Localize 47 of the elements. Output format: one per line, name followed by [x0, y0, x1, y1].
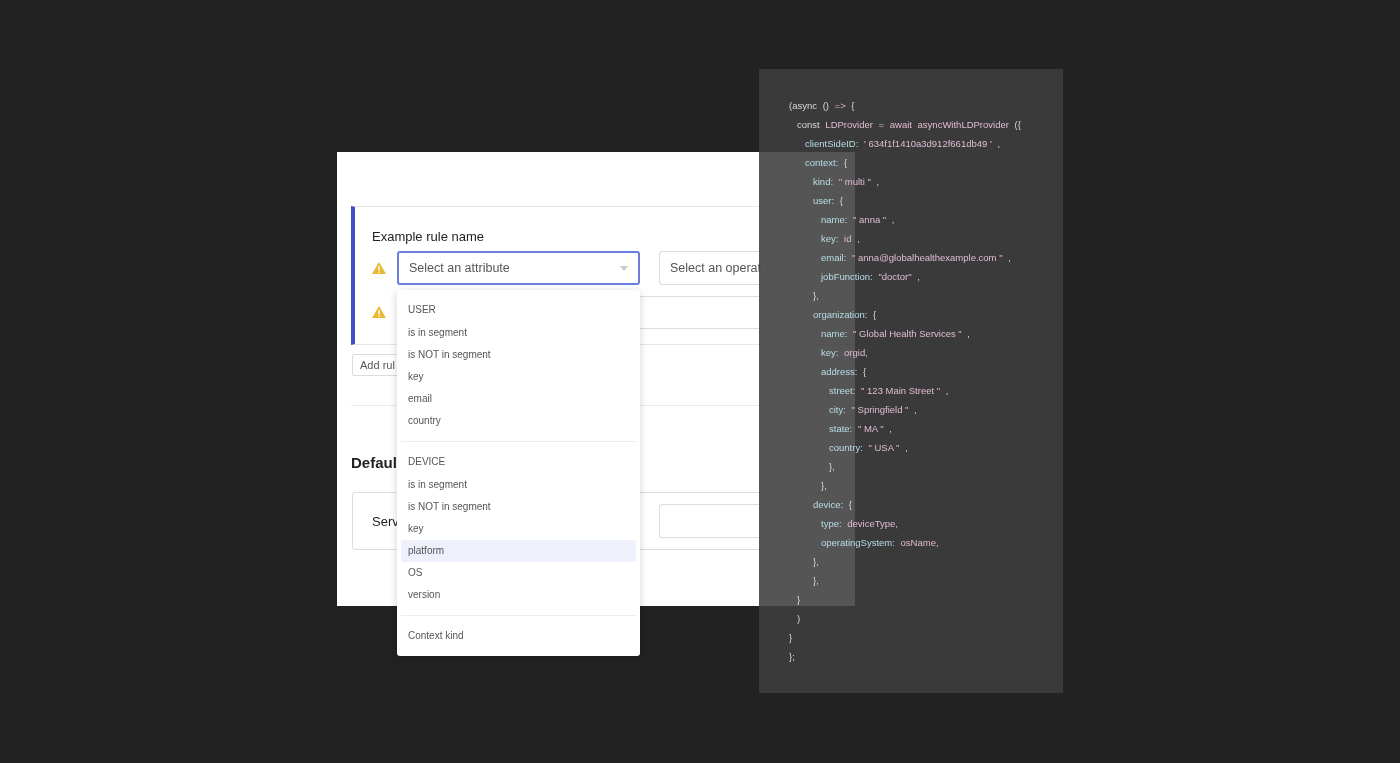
code-line: type: deviceType,	[821, 517, 899, 531]
code-line: name: " anna " ,	[821, 213, 896, 227]
menu-item[interactable]: platform	[401, 540, 636, 562]
code-line: country: " USA " ,	[829, 441, 909, 455]
menu-item[interactable]: key	[401, 518, 636, 540]
code-line: }	[797, 593, 802, 607]
menu-item[interactable]: is in segment	[401, 322, 636, 344]
code-line: },	[829, 460, 836, 474]
code-line: const LDProvider = await asyncWithLDProvider ({	[797, 118, 1022, 132]
code-line: clientSideID: ' 634f1f1410a3d912f661db49 ' ,	[805, 137, 1002, 151]
code-line: device: {	[813, 498, 853, 512]
code-line: };	[789, 650, 796, 664]
serve-field[interactable]	[659, 504, 759, 538]
code-line: operatingSystem: osName,	[821, 536, 940, 550]
code-line: street: " 123 Main Street " ,	[829, 384, 950, 398]
code-line: kind: " multi " ,	[813, 175, 881, 189]
menu-item[interactable]: email	[401, 388, 636, 410]
code-line: jobFunction: "doctor" ,	[821, 270, 921, 284]
group-label: USER	[407, 303, 437, 317]
code-line: key: id ,	[821, 232, 861, 246]
code-line: )	[797, 612, 802, 626]
menu-item[interactable]: Context kind	[401, 625, 636, 647]
menu-item[interactable]: OS	[401, 562, 636, 584]
code-line: (async () => {	[789, 99, 856, 113]
group-label: DEVICE	[407, 455, 447, 469]
code-line: address: {	[821, 365, 868, 379]
attribute-select[interactable]: Select an attribute	[397, 251, 640, 285]
section-heading: Defaul	[351, 454, 397, 472]
code-line: name: " Global Health Services " ,	[821, 327, 971, 341]
code-line: context: {	[805, 156, 849, 170]
menu-item[interactable]: version	[401, 584, 636, 606]
menu-item[interactable]: is NOT in segment	[401, 496, 636, 518]
code-line: organization: {	[813, 308, 878, 322]
menu-item[interactable]: country	[401, 410, 636, 432]
code-line: },	[813, 289, 820, 303]
rule-name: Example rule name	[372, 229, 484, 245]
code-line: },	[821, 479, 828, 493]
code-line: state: " MA " ,	[829, 422, 893, 436]
caret-icon	[620, 265, 628, 271]
code-line: city: " Springfield " ,	[829, 403, 918, 417]
code-line: key: orgid,	[821, 346, 869, 360]
code-line: user: {	[813, 194, 844, 208]
menu-item[interactable]: is in segment	[401, 474, 636, 496]
code-line: email: " anna@globalhealthexample.com " ,	[821, 251, 1012, 265]
code-line: }	[789, 631, 794, 645]
code-line: },	[813, 555, 820, 569]
code-line: },	[813, 574, 820, 588]
